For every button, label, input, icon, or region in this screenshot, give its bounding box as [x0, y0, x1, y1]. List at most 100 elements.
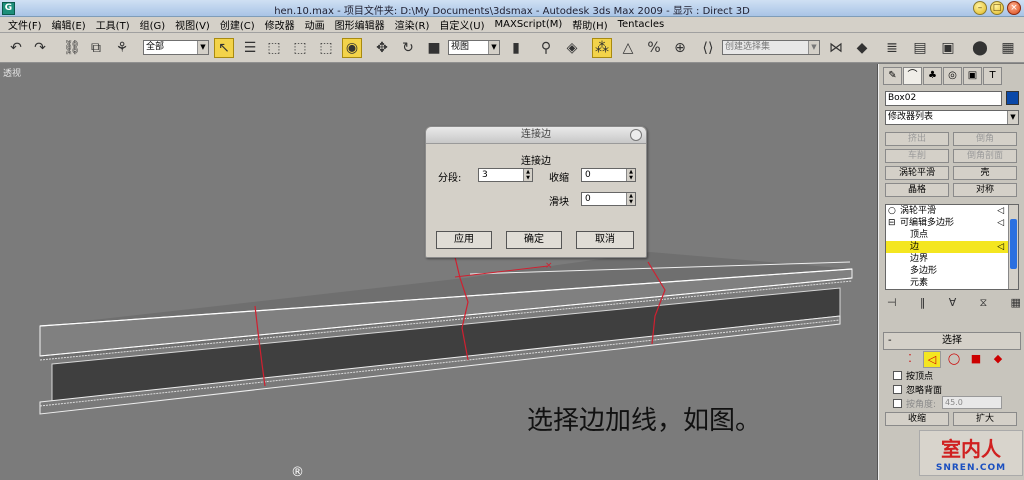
percent-snap-icon[interactable]: % [644, 38, 664, 58]
slide-spinner[interactable]: 0 ▲ ▼ [581, 192, 636, 206]
stack-scroll-thumb[interactable] [1010, 219, 1017, 269]
select-manipulate-icon[interactable]: ⚲ [536, 38, 556, 58]
stack-item-element[interactable]: 元素 [886, 277, 1018, 289]
ignore-backfacing-row[interactable]: 忽略背面 [893, 383, 942, 396]
element-mode-icon[interactable]: ◆ [989, 351, 1007, 368]
object-name-field[interactable]: Box02 [885, 91, 1002, 106]
scale-icon[interactable]: ■ [424, 38, 444, 58]
reference-coordinate-dropdown[interactable]: 视图 ▼ [448, 40, 500, 55]
object-color-swatch[interactable] [1006, 91, 1019, 105]
stack-scrollbar[interactable] [1008, 205, 1018, 289]
menu-animation[interactable]: 动画 [300, 17, 330, 32]
bind-space-warp-icon[interactable]: ⚘ [112, 38, 132, 58]
render-setup-icon[interactable]: ▦ [998, 38, 1018, 58]
by-vertex-checkbox[interactable] [893, 371, 902, 380]
curve-editor-icon[interactable]: ▤ [910, 38, 930, 58]
angle-spinner[interactable]: 45.0 [942, 396, 1002, 409]
collapse-icon[interactable]: ⊟ [888, 217, 896, 229]
display-tab-icon[interactable]: ▣ [963, 67, 982, 85]
pivot-center-icon[interactable]: ▮ [506, 38, 526, 58]
keyboard-shortcut-icon[interactable]: ◈ [562, 38, 582, 58]
material-editor-icon[interactable]: ⬤ [970, 38, 990, 58]
named-selection-dropdown[interactable]: 创建选择集 ▼ [722, 40, 820, 55]
hierarchy-tab-icon[interactable]: ♣ [923, 67, 942, 85]
menu-maxscript[interactable]: MAXScript(M) [490, 19, 568, 30]
stack-item-vertex[interactable]: 顶点 [886, 229, 1018, 241]
rectangular-selection-icon[interactable]: ⬚ [264, 38, 284, 58]
mirror-icon[interactable]: ⋈ [826, 38, 846, 58]
pin-stack-icon[interactable]: ⊣ [887, 296, 897, 310]
window-crossing-icon[interactable]: ⬚ [290, 38, 310, 58]
layer-manager-icon[interactable]: ≣ [882, 38, 902, 58]
bevel-profile-button[interactable]: 倒角剖面 [953, 149, 1017, 163]
lathe-button[interactable]: 车削 [885, 149, 949, 163]
stack-item-editable-poly[interactable]: ⊟ 可编辑多边形 ◁ [886, 217, 1018, 229]
symmetry-button[interactable]: 对称 [953, 183, 1017, 197]
shrink-button[interactable]: 收缩 [885, 412, 949, 426]
make-unique-icon[interactable]: ∀ [949, 296, 957, 310]
menu-customize[interactable]: 自定义(U) [434, 17, 489, 32]
border-mode-icon[interactable]: ◯ [945, 351, 963, 368]
stack-item-polygon[interactable]: 多边形 [886, 265, 1018, 277]
close-button[interactable]: × [1007, 1, 1021, 15]
spinner-snap-icon[interactable]: ⊕ [670, 38, 690, 58]
bevel-button[interactable]: 倒角 [953, 132, 1017, 146]
schematic-view-icon[interactable]: ▣ [938, 38, 958, 58]
pinch-spinner[interactable]: 0 ▲ ▼ [581, 168, 636, 182]
by-angle-row[interactable]: 按角度: [893, 397, 936, 410]
menu-graph-editors[interactable]: 图形编辑器 [330, 17, 390, 32]
cancel-button[interactable]: 取消 [576, 231, 634, 249]
dialog-title-bar[interactable]: 连接边 [426, 127, 646, 144]
turbosmooth-button[interactable]: 涡轮平滑 [885, 166, 949, 180]
menu-views[interactable]: 视图(V) [170, 17, 215, 32]
ignore-backfacing-checkbox[interactable] [893, 385, 902, 394]
menu-tentacles[interactable]: Tentacles [613, 19, 670, 30]
move-icon[interactable]: ✥ [372, 38, 392, 58]
snap-toggle-icon[interactable]: ⁂ [592, 38, 612, 58]
remove-modifier-icon[interactable]: ⧖ [980, 296, 988, 310]
utilities-tab-icon[interactable]: T [983, 67, 1002, 85]
selection-rollout-header[interactable]: - 选择 [883, 332, 1021, 350]
dialog-close-icon[interactable] [630, 129, 642, 141]
create-tab-icon[interactable]: ✎ [883, 67, 902, 85]
grow-button[interactable]: 扩大 [953, 412, 1017, 426]
lightbulb-icon[interactable]: ○ [888, 205, 896, 217]
menu-modifiers[interactable]: 修改器 [260, 17, 300, 32]
minimize-button[interactable]: – [973, 1, 987, 15]
angle-snap-icon[interactable]: △ [618, 38, 638, 58]
edge-mode-icon[interactable]: ◁ [923, 351, 941, 368]
menu-edit[interactable]: 编辑(E) [47, 17, 91, 32]
lattice-button[interactable]: 晶格 [885, 183, 949, 197]
by-angle-checkbox[interactable] [893, 399, 902, 408]
link-icon[interactable]: ⛓ [62, 38, 82, 58]
extrude-button[interactable]: 挤出 [885, 132, 949, 146]
modify-tab-icon[interactable]: ⌒ [903, 67, 922, 85]
show-end-result-icon[interactable]: ‖ [920, 296, 926, 310]
spinner-arrows-icon[interactable]: ▲ ▼ [626, 193, 635, 205]
ok-button[interactable]: 确定 [506, 231, 562, 249]
align-icon[interactable]: ◆ [852, 38, 872, 58]
apply-button[interactable]: 应用 [436, 231, 492, 249]
menu-file[interactable]: 文件(F) [3, 17, 47, 32]
crossing-selection-icon[interactable]: ⬚ [316, 38, 336, 58]
rotate-icon[interactable]: ↻ [398, 38, 418, 58]
menu-create[interactable]: 创建(C) [215, 17, 260, 32]
stack-item-turbosmooth[interactable]: ○ 涡轮平滑 ◁ [886, 205, 1018, 217]
menu-tools[interactable]: 工具(T) [91, 17, 135, 32]
edit-named-selection-icon[interactable]: ⟨⟩ [698, 38, 718, 58]
stack-item-edge[interactable]: 边 ◁ [886, 241, 1018, 253]
select-and-manipulate-icon[interactable]: ◉ [342, 38, 362, 58]
modifier-list-dropdown[interactable]: 修改器列表 ▼ [885, 110, 1019, 125]
menu-rendering[interactable]: 渲染(R) [390, 17, 435, 32]
stack-item-border[interactable]: 边界 [886, 253, 1018, 265]
by-vertex-row[interactable]: 按顶点 [893, 369, 933, 382]
polygon-mode-icon[interactable]: ■ [967, 351, 985, 368]
maximize-button[interactable]: □ [990, 1, 1004, 15]
select-object-icon[interactable]: ↖ [214, 38, 234, 58]
motion-tab-icon[interactable]: ◎ [943, 67, 962, 85]
configure-sets-icon[interactable]: ▦ [1011, 296, 1021, 310]
shell-button[interactable]: 壳 [953, 166, 1017, 180]
redo-icon[interactable]: ↷ [30, 38, 50, 58]
select-by-name-icon[interactable]: ☰ [240, 38, 260, 58]
menu-help[interactable]: 帮助(H) [567, 17, 612, 32]
